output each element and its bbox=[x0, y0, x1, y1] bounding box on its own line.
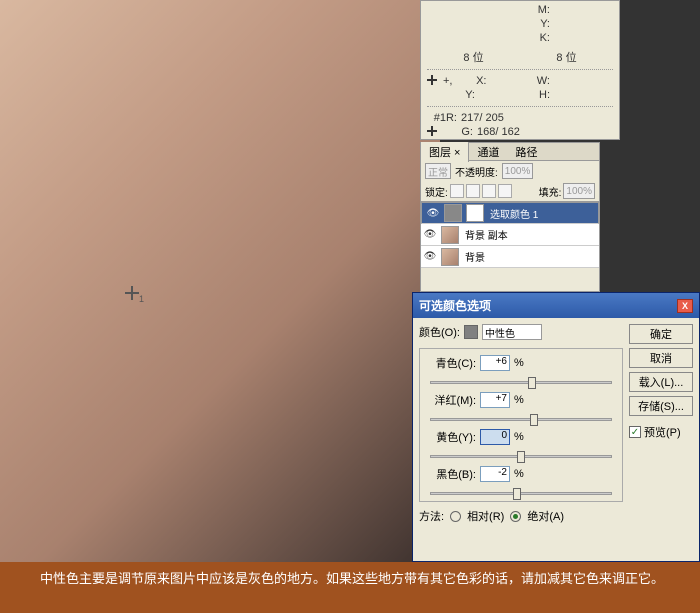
info-panel: M: Y: K: 8 位 8 位 +, X: Y: W: H: #1R: 217/ … bbox=[420, 0, 620, 140]
s1-label: #1R: bbox=[427, 112, 457, 124]
dialog-titlebar[interactable]: 可选颜色选项 X bbox=[413, 293, 699, 318]
neutral-swatch-icon bbox=[464, 325, 478, 339]
tab-channels[interactable]: 通道 bbox=[469, 142, 507, 162]
crosshair-icon bbox=[427, 75, 437, 85]
pct: % bbox=[514, 468, 526, 480]
fill-value[interactable]: 100% bbox=[563, 183, 595, 199]
tab-paths[interactable]: 路径 bbox=[507, 142, 545, 162]
slider-row-cyan: 青色(C): +6 % bbox=[426, 355, 616, 371]
magenta-label: 洋红(M): bbox=[426, 392, 476, 408]
method-label: 方法: bbox=[419, 508, 444, 524]
lock-all-icon[interactable] bbox=[498, 184, 512, 198]
w-label: W: bbox=[520, 75, 550, 87]
fill-label: 填充: bbox=[539, 184, 562, 199]
slider-group: 青色(C): +6 % 洋红(M): +7 % 黄色(Y): 0 % bbox=[419, 348, 623, 502]
s2-label: G: bbox=[443, 126, 473, 138]
absolute-label: 绝对(A) bbox=[527, 508, 564, 524]
slider-row-black: 黑色(B): -2 % bbox=[426, 466, 616, 482]
sampler-index: 1 bbox=[139, 294, 144, 304]
layers-panel: 图层 × 通道 路径 正常 不透明度: 100% 锁定: 填充: 100% 👁 … bbox=[420, 142, 600, 292]
x-label: X: bbox=[456, 75, 486, 87]
yellow-slider[interactable] bbox=[430, 455, 612, 458]
s2-value: 168/ 162 bbox=[477, 126, 520, 138]
layer-list: 👁 选取颜色 1 👁 背景 副本 👁 背景 bbox=[421, 201, 599, 268]
tab-layers[interactable]: 图层 × bbox=[421, 142, 469, 162]
magenta-input[interactable]: +7 bbox=[480, 392, 510, 408]
close-icon[interactable]: X bbox=[677, 299, 693, 313]
panel-tabs: 图层 × 通道 路径 bbox=[421, 143, 599, 161]
save-button[interactable]: 存储(S)... bbox=[629, 396, 693, 416]
bits-left: 8 位 bbox=[427, 49, 520, 65]
layer-name: 背景 bbox=[461, 249, 485, 264]
colors-label: 颜色(O): bbox=[419, 324, 460, 340]
y-label: Y: bbox=[520, 18, 550, 30]
cyan-input[interactable]: +6 bbox=[480, 355, 510, 371]
lock-transparency-icon[interactable] bbox=[450, 184, 464, 198]
y2-label: Y: bbox=[445, 89, 475, 101]
opacity-label: 不透明度: bbox=[455, 164, 498, 179]
dialog-title: 可选颜色选项 bbox=[419, 297, 491, 314]
lock-label: 锁定: bbox=[425, 184, 448, 199]
pct: % bbox=[514, 431, 526, 443]
yellow-label: 黄色(Y): bbox=[426, 429, 476, 445]
sampler-icon bbox=[427, 126, 437, 136]
mask-thumb[interactable] bbox=[466, 204, 484, 222]
pct: % bbox=[514, 394, 526, 406]
slider-row-yellow: 黄色(Y): 0 % bbox=[426, 429, 616, 445]
magenta-slider[interactable] bbox=[430, 418, 612, 421]
absolute-radio[interactable] bbox=[510, 511, 521, 522]
black-label: 黑色(B): bbox=[426, 466, 476, 482]
slider-row-magenta: 洋红(M): +7 % bbox=[426, 392, 616, 408]
cancel-button[interactable]: 取消 bbox=[629, 348, 693, 368]
visibility-icon[interactable]: 👁 bbox=[421, 251, 439, 262]
layer-name: 背景 副本 bbox=[461, 227, 508, 242]
colors-select[interactable]: 中性色 bbox=[482, 324, 542, 340]
cyan-slider[interactable] bbox=[430, 381, 612, 384]
k-label: K: bbox=[520, 32, 550, 44]
preview-label: 预览(P) bbox=[644, 424, 681, 440]
color-sampler-marker[interactable] bbox=[125, 286, 139, 300]
tutorial-caption: 中性色主要是调节原来图片中应该是灰色的地方。如果这些地方带有其它色彩的话，请加减… bbox=[0, 562, 700, 613]
relative-label: 相对(R) bbox=[467, 508, 504, 524]
opacity-value[interactable]: 100% bbox=[502, 163, 534, 179]
plus-label: +, bbox=[443, 75, 452, 87]
layer-name: 选取颜色 1 bbox=[486, 206, 538, 221]
layer-thumb[interactable] bbox=[441, 226, 459, 244]
visibility-icon[interactable]: 👁 bbox=[421, 229, 439, 240]
document-canvas[interactable]: 1 bbox=[0, 0, 440, 562]
layer-row[interactable]: 👁 背景 副本 bbox=[421, 224, 599, 246]
slider-thumb-icon[interactable] bbox=[513, 488, 521, 500]
blend-mode-select[interactable]: 正常 bbox=[425, 163, 451, 179]
slider-thumb-icon[interactable] bbox=[528, 377, 536, 389]
yellow-input[interactable]: 0 bbox=[480, 429, 510, 445]
lock-position-icon[interactable] bbox=[482, 184, 496, 198]
layer-row[interactable]: 👁 选取颜色 1 bbox=[421, 202, 599, 224]
h-label: H: bbox=[520, 89, 550, 101]
m-label: M: bbox=[520, 4, 550, 16]
pct: % bbox=[514, 357, 526, 369]
black-input[interactable]: -2 bbox=[480, 466, 510, 482]
adjustment-thumb[interactable] bbox=[444, 204, 462, 222]
slider-thumb-icon[interactable] bbox=[530, 414, 538, 426]
preview-checkbox[interactable]: ✓ bbox=[629, 426, 641, 438]
layer-row[interactable]: 👁 背景 bbox=[421, 246, 599, 268]
visibility-icon[interactable]: 👁 bbox=[424, 208, 442, 219]
ok-button[interactable]: 确定 bbox=[629, 324, 693, 344]
slider-thumb-icon[interactable] bbox=[517, 451, 525, 463]
cyan-label: 青色(C): bbox=[426, 355, 476, 371]
relative-radio[interactable] bbox=[450, 511, 461, 522]
black-slider[interactable] bbox=[430, 492, 612, 495]
s1-value: 217/ 205 bbox=[461, 112, 504, 124]
selective-color-dialog: 可选颜色选项 X 颜色(O): 中性色 青色(C): +6 % 洋红(M): +… bbox=[412, 292, 700, 562]
layer-thumb[interactable] bbox=[441, 248, 459, 266]
load-button[interactable]: 载入(L)... bbox=[629, 372, 693, 392]
bits-right: 8 位 bbox=[520, 49, 613, 65]
lock-pixels-icon[interactable] bbox=[466, 184, 480, 198]
